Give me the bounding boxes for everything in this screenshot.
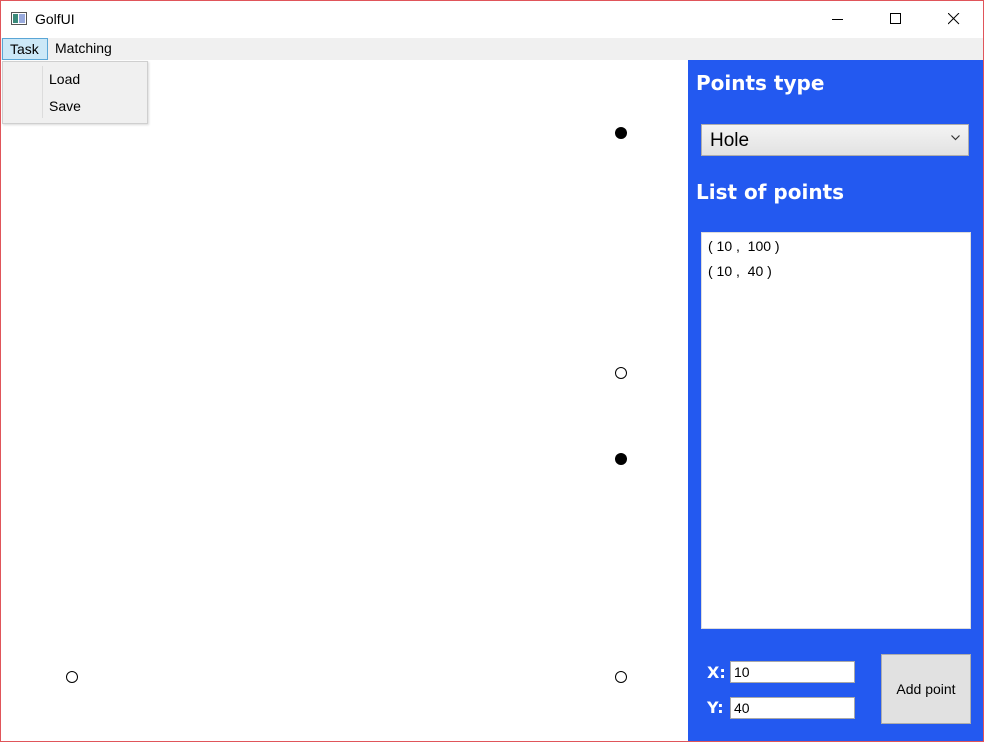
canvas-point (615, 127, 627, 139)
canvas-point (615, 671, 627, 683)
points-type-heading: Points type (696, 71, 825, 95)
task-dropdown-menu: Load Save (2, 61, 148, 124)
points-type-select[interactable]: Hole (701, 124, 969, 156)
canvas-point (66, 671, 78, 683)
menu-gutter (42, 66, 43, 118)
minimize-icon (832, 19, 843, 20)
maximize-icon (890, 13, 901, 24)
maximize-button[interactable] (867, 1, 925, 38)
close-button[interactable] (925, 1, 983, 38)
title-bar: GolfUI (1, 1, 983, 38)
points-listbox[interactable]: ( 10 , 100 ) ( 10 , 40 ) (701, 232, 971, 629)
golf-canvas[interactable] (1, 60, 688, 741)
chevron-down-icon (951, 135, 960, 141)
list-item[interactable]: ( 10 , 40 ) (708, 263, 772, 279)
side-panel: Points type Hole List of points ( 10 , 1… (688, 60, 983, 741)
menu-item-load[interactable]: Load (49, 68, 80, 90)
x-label: X: (707, 663, 726, 682)
list-item[interactable]: ( 10 , 100 ) (708, 238, 780, 254)
y-input[interactable] (730, 697, 855, 719)
x-input[interactable] (730, 661, 855, 683)
list-of-points-heading: List of points (696, 180, 845, 204)
close-icon (948, 13, 960, 25)
menu-item-save[interactable]: Save (49, 95, 81, 117)
add-point-button[interactable]: Add point (881, 654, 971, 724)
menu-bar: Task Matching (1, 38, 983, 60)
canvas-point (615, 453, 627, 465)
y-label: Y: (707, 698, 724, 717)
menu-matching[interactable]: Matching (48, 38, 119, 58)
points-type-value: Hole (710, 130, 750, 151)
menu-task[interactable]: Task (2, 38, 48, 60)
canvas-point (615, 367, 627, 379)
window-title: GolfUI (35, 11, 75, 27)
app-window-icon (11, 12, 27, 25)
minimize-button[interactable] (809, 1, 867, 38)
golfui-window: GolfUI Task Matching Load Save Points ty… (0, 0, 984, 742)
